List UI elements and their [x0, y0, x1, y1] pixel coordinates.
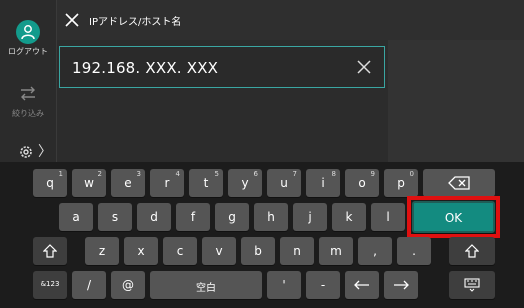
key-slash[interactable]: /	[72, 271, 106, 299]
key-label: s	[111, 210, 119, 224]
close-icon[interactable]	[63, 11, 81, 29]
key-at[interactable]: @	[111, 271, 145, 299]
key-hyphen[interactable]: -	[306, 271, 340, 299]
chevron-right-icon: 〉	[38, 144, 52, 160]
key-label: v	[215, 244, 223, 258]
key-label: m	[330, 244, 342, 258]
key-t[interactable]: 5t	[189, 169, 223, 197]
keyboard-hide-icon	[464, 278, 480, 292]
header-bar: IPアドレス/ホスト名	[57, 0, 524, 40]
logout-button[interactable]: ログアウト	[0, 18, 56, 66]
key-apostrophe[interactable]: '	[267, 271, 301, 299]
key-g[interactable]: g	[215, 203, 249, 231]
key-label: c	[176, 244, 184, 258]
key-label: f	[190, 210, 196, 224]
left-arrow-icon	[354, 280, 369, 290]
key-d[interactable]: d	[137, 203, 171, 231]
key-label: l	[386, 210, 390, 224]
left-arrow-key[interactable]	[345, 271, 379, 299]
key-label: x	[137, 244, 145, 258]
mode-label: &123	[40, 280, 60, 288]
key-k[interactable]: k	[332, 203, 366, 231]
key-o[interactable]: 9o	[345, 169, 379, 197]
key-period[interactable]: .	[397, 237, 431, 265]
backspace-icon	[448, 176, 470, 190]
filter-icon	[21, 86, 35, 101]
key-x[interactable]: x	[124, 237, 158, 265]
key-label: j	[308, 210, 312, 224]
key-label: p	[397, 176, 405, 190]
logout-label: ログアウト	[8, 47, 48, 56]
key-label: k	[345, 210, 353, 224]
settings-button[interactable]: 〉	[18, 144, 52, 162]
logout-icon	[16, 20, 40, 44]
filter-button[interactable]: 絞り込み	[0, 82, 56, 122]
key-l[interactable]: l	[371, 203, 405, 231]
key-label: @	[122, 278, 134, 292]
key-label: n	[293, 244, 301, 258]
key-label: e	[124, 176, 132, 190]
key-label: y	[241, 176, 249, 190]
hide-keyboard-key[interactable]	[449, 271, 495, 299]
key-label: o	[358, 176, 366, 190]
key-u[interactable]: 7u	[267, 169, 301, 197]
key-label: g	[228, 210, 236, 224]
key-w[interactable]: 2w	[72, 169, 106, 197]
key-label: i	[321, 176, 325, 190]
right-panel	[388, 40, 524, 162]
key-label: h	[267, 210, 275, 224]
key-label: a	[72, 210, 80, 224]
key-label: /	[86, 278, 92, 292]
clear-icon[interactable]	[356, 59, 372, 75]
key-label: u	[280, 176, 288, 190]
key-label: w	[84, 176, 94, 190]
key-v[interactable]: v	[202, 237, 236, 265]
filter-label: 絞り込み	[12, 109, 44, 118]
key-label: b	[254, 244, 262, 258]
key-s[interactable]: s	[98, 203, 132, 231]
gear-icon	[20, 146, 32, 158]
ip-address-input[interactable]: 192.168. XXX. XXX	[59, 46, 385, 88]
space-label: 空白	[196, 283, 216, 294]
key-r[interactable]: 4r	[150, 169, 184, 197]
mode-key[interactable]: &123	[33, 271, 67, 299]
shift-key-right[interactable]	[449, 237, 495, 265]
backspace-key[interactable]	[423, 169, 495, 197]
highlight-box	[407, 196, 500, 238]
key-label: '	[282, 278, 286, 292]
key-e[interactable]: 3e	[111, 169, 145, 197]
key-j[interactable]: j	[293, 203, 327, 231]
page-title: IPアドレス/ホスト名	[89, 17, 182, 28]
key-c[interactable]: c	[163, 237, 197, 265]
key-label: ,	[373, 244, 377, 258]
key-b[interactable]: b	[241, 237, 275, 265]
shift-icon	[465, 244, 479, 258]
key-label: r	[164, 176, 170, 190]
key-z[interactable]: z	[85, 237, 119, 265]
key-label: t	[203, 176, 209, 190]
key-label: .	[412, 244, 416, 258]
space-key[interactable]: 空白	[150, 271, 262, 299]
key-y[interactable]: 6y	[228, 169, 262, 197]
key-comma[interactable]: ,	[358, 237, 392, 265]
key-n[interactable]: n	[280, 237, 314, 265]
key-a[interactable]: a	[59, 203, 93, 231]
right-arrow-icon	[394, 280, 409, 290]
key-f[interactable]: f	[176, 203, 210, 231]
shift-key-left[interactable]	[33, 237, 67, 265]
key-m[interactable]: m	[319, 237, 353, 265]
key-p[interactable]: 0p	[384, 169, 418, 197]
key-label: -	[320, 278, 326, 292]
key-label: q	[46, 176, 54, 190]
input-value: 192.168. XXX. XXX	[72, 59, 219, 77]
sidebar: ログアウト 絞り込み 〉	[0, 0, 57, 162]
key-h[interactable]: h	[254, 203, 288, 231]
right-arrow-key[interactable]	[384, 271, 418, 299]
key-i[interactable]: 8i	[306, 169, 340, 197]
shift-icon	[43, 244, 57, 258]
key-label: z	[98, 244, 106, 258]
key-label: d	[150, 210, 158, 224]
key-q[interactable]: 1q	[33, 169, 67, 197]
